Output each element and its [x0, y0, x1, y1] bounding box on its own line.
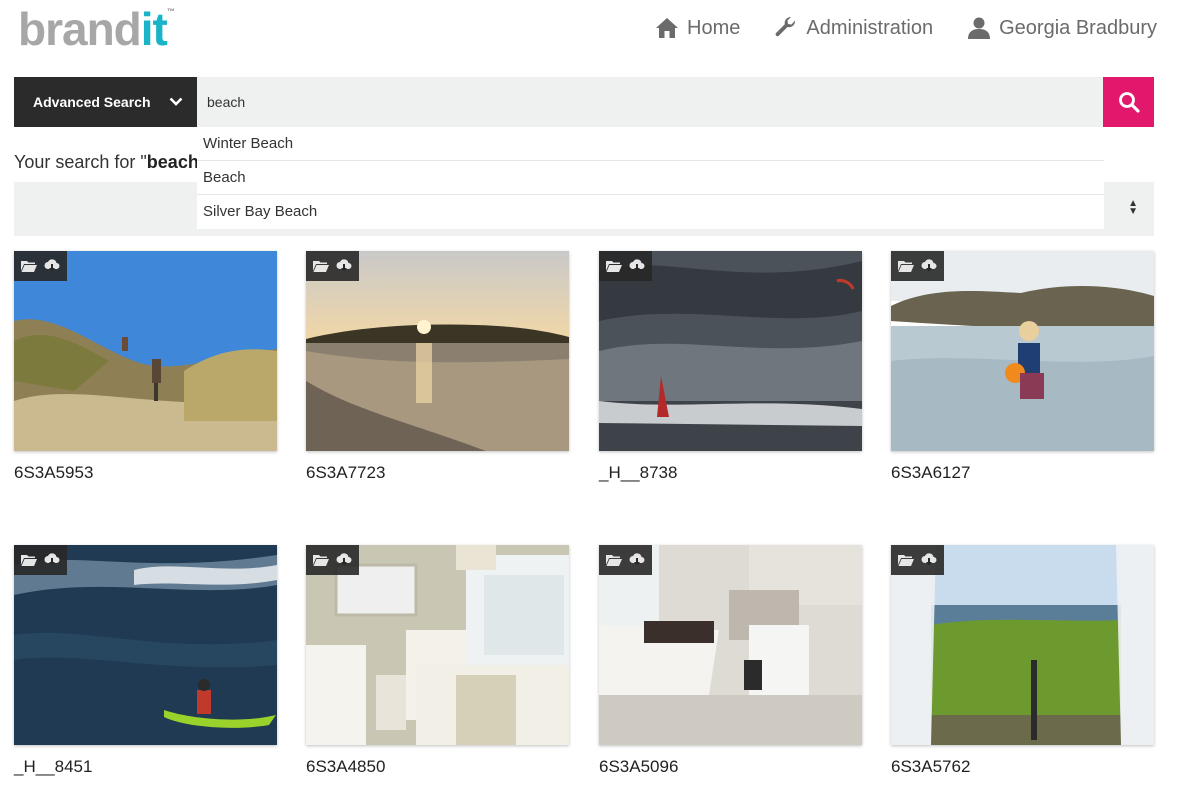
search-submit-button[interactable] — [1103, 77, 1154, 127]
cloud-download-icon[interactable] — [629, 553, 645, 567]
results-prefix: Your search for " — [14, 152, 147, 172]
search-input[interactable] — [197, 77, 1103, 127]
logo-trademark: ™ — [166, 7, 175, 16]
suggestion-item[interactable]: Beach — [197, 161, 1104, 195]
windsurf-photo — [599, 251, 862, 451]
brandit-logo[interactable]: brandit™ — [18, 3, 175, 55]
asset-thumbnail[interactable] — [14, 545, 277, 745]
results-term: beach — [146, 152, 199, 172]
asset-card: 6S3A4850 — [306, 545, 569, 777]
user-icon — [968, 17, 991, 39]
asset-name[interactable]: 6S3A5953 — [14, 463, 277, 483]
search-icon — [1118, 92, 1140, 113]
cloud-download-icon[interactable] — [629, 259, 645, 273]
asset-name[interactable]: 6S3A6127 — [891, 463, 1154, 483]
cloud-download-icon[interactable] — [336, 259, 352, 273]
advanced-search-button[interactable]: Advanced Search — [14, 77, 197, 127]
dunes-photo — [14, 251, 277, 451]
nav-home[interactable]: Home — [655, 17, 740, 40]
sort-select-arrows-icon[interactable]: ▲ ▼ — [1128, 199, 1138, 217]
asset-thumbnail[interactable] — [14, 251, 277, 451]
thumbnail-toolbar — [14, 251, 67, 281]
thumbnail-toolbar — [891, 545, 944, 575]
thumbnail-toolbar — [599, 251, 652, 281]
sunset-photo — [306, 251, 569, 451]
cloud-download-icon[interactable] — [921, 259, 937, 273]
thumbnail-toolbar — [306, 545, 359, 575]
folder-icon[interactable] — [313, 554, 330, 566]
asset-name[interactable]: 6S3A5762 — [891, 757, 1154, 777]
nav-home-label: Home — [687, 16, 741, 39]
cloud-download-icon[interactable] — [44, 553, 60, 567]
kayak-photo — [14, 545, 277, 745]
asset-thumbnail[interactable] — [306, 251, 569, 451]
asset-card: 6S3A6127 — [891, 251, 1154, 483]
asset-card: 6S3A5953 — [14, 251, 277, 483]
results-summary: Your search for "beach — [14, 152, 199, 173]
folder-icon[interactable] — [21, 554, 38, 566]
cloud-download-icon[interactable] — [921, 553, 937, 567]
asset-name[interactable]: 6S3A7723 — [306, 463, 569, 483]
advanced-search-label: Advanced Search — [33, 94, 151, 110]
thumbnail-toolbar — [306, 251, 359, 281]
cloud-download-icon[interactable] — [44, 259, 60, 273]
folder-icon[interactable] — [313, 260, 330, 272]
asset-thumbnail[interactable] — [599, 251, 862, 451]
home-icon — [656, 18, 679, 38]
suggestion-item[interactable]: Winter Beach — [197, 127, 1104, 161]
thumbnail-toolbar — [891, 251, 944, 281]
search-bar: Advanced Search — [14, 77, 1154, 127]
folder-icon[interactable] — [21, 260, 38, 272]
nav-administration[interactable]: Administration — [774, 16, 933, 40]
asset-name[interactable]: 6S3A4850 — [306, 757, 569, 777]
folder-icon[interactable] — [606, 554, 623, 566]
folder-icon[interactable] — [898, 554, 915, 566]
asset-thumbnail[interactable] — [891, 251, 1154, 451]
wrench-icon — [775, 16, 796, 37]
chevron-down-icon — [169, 97, 183, 107]
nav-user-profile[interactable]: Georgia Bradbury — [967, 16, 1157, 40]
asset-card: 6S3A7723 — [306, 251, 569, 483]
asset-card: 6S3A5096 — [599, 545, 862, 777]
asset-name[interactable]: _H__8738 — [599, 463, 862, 483]
asset-name[interactable]: _H__8451 — [14, 757, 277, 777]
window-view-photo — [891, 545, 1154, 745]
asset-thumbnail[interactable] — [599, 545, 862, 745]
top-navigation: Home Administration Georgia Bradbury — [621, 16, 1157, 40]
folder-icon[interactable] — [606, 260, 623, 272]
child-in-water-photo — [891, 251, 1154, 451]
nav-user-name: Georgia Bradbury — [999, 16, 1157, 39]
thumbnail-toolbar — [14, 545, 67, 575]
suggestion-item[interactable]: Silver Bay Beach — [197, 195, 1104, 229]
asset-thumbnail[interactable] — [891, 545, 1154, 745]
asset-name[interactable]: 6S3A5096 — [599, 757, 862, 777]
logo-brand-text: brand — [18, 3, 142, 55]
nav-administration-label: Administration — [806, 16, 934, 39]
asset-thumbnail[interactable] — [306, 545, 569, 745]
cloud-download-icon[interactable] — [336, 553, 352, 567]
thumbnail-toolbar — [599, 545, 652, 575]
logo-it-text: it — [140, 3, 168, 55]
bathroom-photo — [599, 545, 862, 745]
asset-card: _H__8738 — [599, 251, 862, 483]
asset-card: _H__8451 — [14, 545, 277, 777]
asset-card: 6S3A5762 — [891, 545, 1154, 777]
bedroom-photo — [306, 545, 569, 745]
search-suggestions: Winter Beach Beach Silver Bay Beach — [197, 127, 1104, 229]
folder-icon[interactable] — [898, 260, 915, 272]
